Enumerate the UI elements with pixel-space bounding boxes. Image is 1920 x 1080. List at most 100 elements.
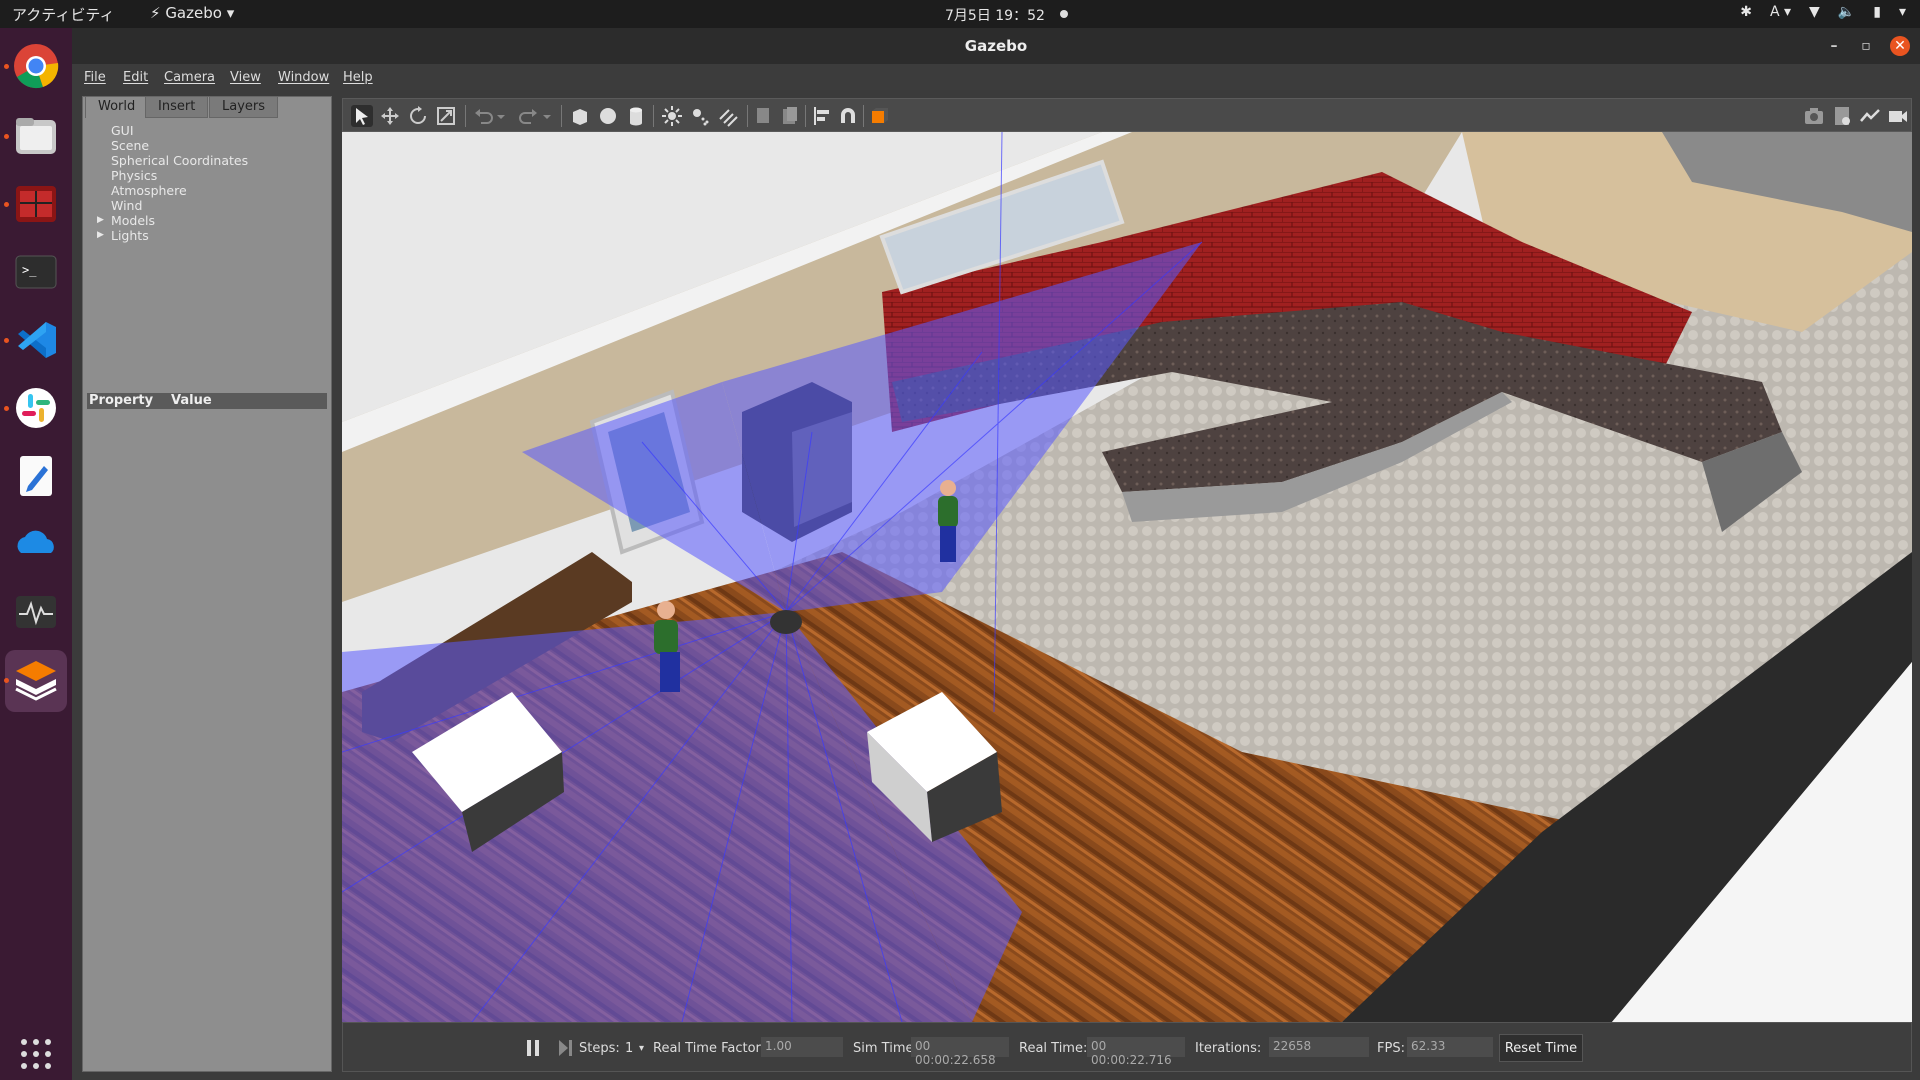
pause-icon[interactable]: [525, 1039, 541, 1061]
slack-tray-icon[interactable]: ✱: [1740, 4, 1752, 20]
menu-file[interactable]: File: [84, 70, 106, 85]
tab-layers[interactable]: Layers: [209, 96, 279, 118]
box-shape-icon[interactable]: [569, 105, 591, 127]
redo-icon[interactable]: [517, 105, 539, 127]
copy-icon[interactable]: [753, 105, 775, 127]
tree-item-spherical-coordinates[interactable]: Spherical Coordinates: [93, 153, 323, 168]
running-indicator: [4, 202, 9, 207]
cylinder-shape-icon[interactable]: [625, 105, 647, 127]
slack-icon[interactable]: [10, 382, 62, 434]
real-time-field: 00 00:00:22.716: [1087, 1037, 1185, 1067]
wifi-icon[interactable]: ▼: [1809, 4, 1820, 20]
robot: [770, 610, 802, 634]
text-editor-icon[interactable]: [10, 450, 62, 502]
tree-item-models[interactable]: ▶ Models: [93, 213, 323, 228]
expand-arrow-icon[interactable]: ▶: [97, 213, 104, 228]
spot-light-icon[interactable]: [689, 105, 711, 127]
menu-window[interactable]: Window: [278, 70, 329, 85]
system-top-bar: アクティビティ ⚡ Gazebo ▾ 7月5日 19：52 ✱ A ▾ ▼ 🔈 …: [0, 0, 1920, 28]
screenshot-camera-icon[interactable]: [1803, 105, 1825, 127]
log-data-icon[interactable]: [1831, 105, 1853, 127]
gazebo-icon[interactable]: [5, 650, 67, 712]
translate-mode-icon[interactable]: [379, 105, 401, 127]
rtf-label: Real Time Factor:: [653, 1041, 766, 1056]
maximize-button[interactable]: ▫: [1856, 36, 1876, 56]
expand-arrow-icon[interactable]: ▶: [97, 228, 104, 243]
change-view-icon[interactable]: [869, 105, 891, 127]
align-icon[interactable]: [811, 105, 833, 127]
scene-toolbar: [342, 98, 1912, 132]
menu-help[interactable]: Help: [343, 70, 373, 85]
onedrive-icon[interactable]: [10, 518, 62, 570]
tree-item-gui[interactable]: GUI: [93, 123, 323, 138]
select-mode-icon[interactable]: [351, 105, 373, 127]
battery-icon[interactable]: ▮: [1873, 4, 1881, 20]
property-table-header: Property Value: [87, 393, 327, 409]
tree-item-scene[interactable]: Scene: [93, 138, 323, 153]
reset-time-button[interactable]: Reset Time: [1499, 1034, 1583, 1062]
plot-icon[interactable]: [1859, 105, 1881, 127]
snap-magnet-icon[interactable]: [837, 105, 859, 127]
tree-item-wind[interactable]: Wind: [93, 198, 323, 213]
tree-item-physics[interactable]: Physics: [93, 168, 323, 183]
svg-text:>_: >_: [22, 263, 37, 277]
dock: >_: [0, 28, 72, 1080]
time-panel: Steps: 1 ▾ Real Time Factor: 1.00 Sim Ti…: [342, 1022, 1912, 1072]
tab-world[interactable]: World: [85, 96, 149, 118]
volume-icon[interactable]: 🔈: [1838, 4, 1855, 20]
chrome-icon[interactable]: [10, 40, 62, 92]
clock[interactable]: 7月5日 19：52: [945, 5, 1045, 25]
steps-chevron-icon[interactable]: ▾: [639, 1043, 644, 1054]
real-time-label: Real Time:: [1019, 1041, 1088, 1056]
tree-item-lights[interactable]: ▶ Lights: [93, 228, 323, 243]
terminal-icon[interactable]: >_: [10, 246, 62, 298]
tab-insert[interactable]: Insert: [145, 96, 209, 118]
directional-light-icon[interactable]: [717, 105, 739, 127]
scale-mode-icon[interactable]: [435, 105, 457, 127]
rotate-mode-icon[interactable]: [407, 105, 429, 127]
show-apps-grid-icon[interactable]: [10, 1028, 62, 1080]
property-column-header: Property: [89, 393, 154, 408]
menu-view[interactable]: View: [230, 70, 261, 85]
fps-label: FPS:: [1377, 1041, 1405, 1056]
iterations-label: Iterations:: [1195, 1041, 1262, 1056]
step-icon[interactable]: [557, 1039, 573, 1061]
redo-history-chevron-icon[interactable]: [541, 105, 553, 127]
app-menu-label: Gazebo: [165, 4, 222, 22]
system-menu-chevron-icon[interactable]: ▾: [1899, 4, 1906, 20]
gazebo-window: Gazebo – ▫ ✕ File Edit Camera View Windo…: [72, 28, 1920, 1080]
undo-history-chevron-icon[interactable]: [495, 105, 507, 127]
paste-icon[interactable]: [779, 105, 801, 127]
steps-value[interactable]: 1: [625, 1041, 633, 1056]
terminal-red-icon[interactable]: [10, 178, 62, 230]
close-button[interactable]: ✕: [1890, 36, 1910, 56]
title-bar[interactable]: Gazebo – ▫ ✕: [72, 28, 1920, 64]
running-indicator: [4, 678, 9, 683]
window-title: Gazebo: [964, 37, 1028, 55]
sim-time-label: Sim Time:: [853, 1041, 918, 1056]
fps-field: 62.33: [1407, 1037, 1493, 1057]
sphere-shape-icon[interactable]: [597, 105, 619, 127]
input-method-indicator[interactable]: A ▾: [1770, 4, 1791, 20]
point-light-icon[interactable]: [661, 105, 683, 127]
system-tray[interactable]: ✱ A ▾ ▼ 🔈 ▮ ▾: [1740, 4, 1906, 20]
activities-button[interactable]: アクティビティ: [12, 4, 114, 25]
menu-camera[interactable]: Camera: [164, 70, 215, 85]
app-menu[interactable]: ⚡ Gazebo ▾: [150, 4, 234, 22]
running-indicator: [4, 134, 9, 139]
system-monitor-icon[interactable]: [10, 586, 62, 638]
record-video-icon[interactable]: [1887, 105, 1909, 127]
world-tree: GUI Scene Spherical Coordinates Physics …: [93, 123, 323, 243]
vscode-icon[interactable]: [10, 314, 62, 366]
undo-icon[interactable]: [473, 105, 495, 127]
menu-edit[interactable]: Edit: [123, 70, 148, 85]
files-icon[interactable]: [10, 110, 62, 162]
value-column-header: Value: [171, 393, 212, 408]
minimize-button[interactable]: –: [1824, 36, 1844, 56]
scene-viewport[interactable]: [342, 132, 1912, 1022]
rtf-field: 1.00: [761, 1037, 843, 1057]
world-panel: World Insert Layers GUI Scene Spherical …: [82, 96, 332, 1072]
notification-dot: [1060, 10, 1068, 18]
running-indicator: [4, 64, 9, 69]
tree-item-atmosphere[interactable]: Atmosphere: [93, 183, 323, 198]
